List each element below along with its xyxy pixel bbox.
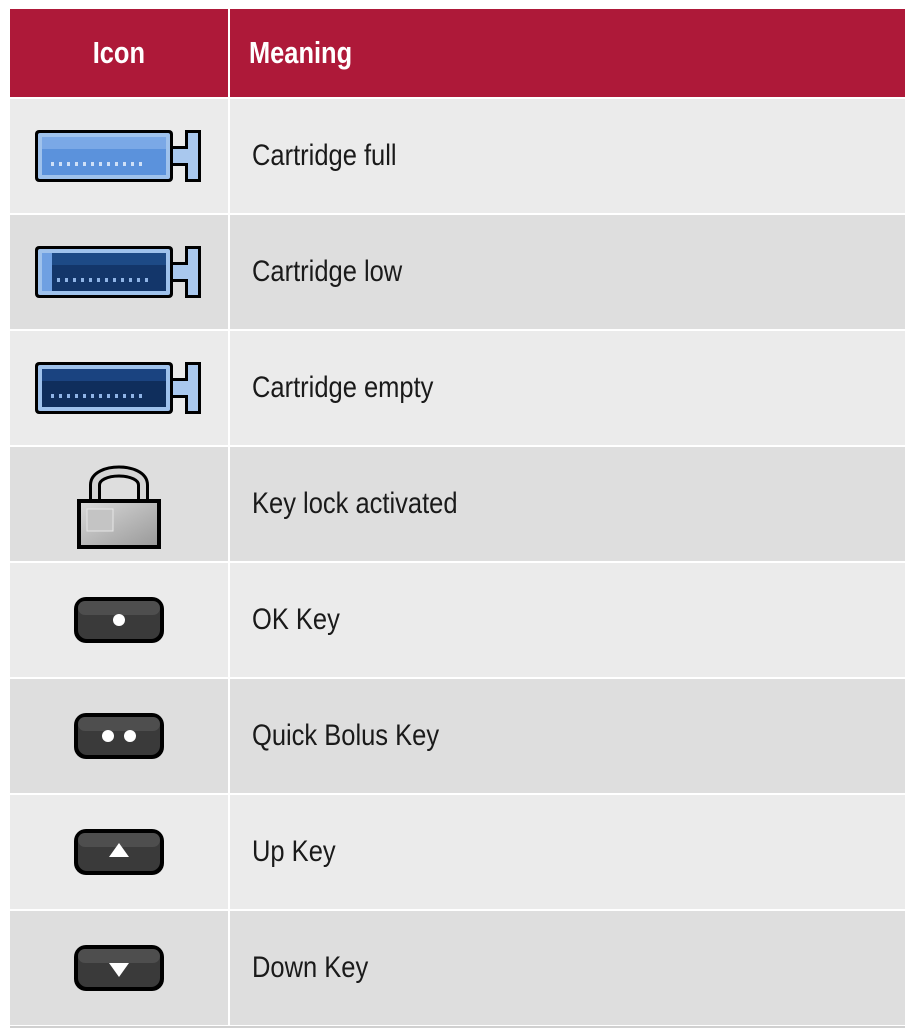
meaning-cell: Quick Bolus Key (230, 679, 905, 793)
header-icon-cell: Icon (10, 9, 230, 97)
down-key-icon (74, 945, 164, 991)
up-key-icon (74, 829, 164, 875)
meaning-text: Key lock activated (252, 487, 458, 520)
icon-cell (10, 563, 230, 677)
icon-cell (10, 795, 230, 909)
meaning-text: OK Key (252, 603, 340, 636)
cartridge-low-icon (35, 246, 201, 298)
meaning-cell: Cartridge empty (230, 331, 905, 445)
table-row: Key lock activated (10, 445, 905, 561)
meaning-text: Down Key (252, 951, 369, 984)
cartridge-empty-icon (35, 362, 201, 414)
meaning-cell: Up Key (230, 795, 905, 909)
table-row: Quick Bolus Key (10, 677, 905, 793)
icon-cell (10, 331, 230, 445)
icon-cell (10, 447, 230, 561)
header-meaning-label: Meaning (249, 35, 353, 70)
table-row: Cartridge full (10, 97, 905, 213)
key-lock-icon (77, 465, 161, 549)
cartridge-full-icon (35, 130, 201, 182)
table-row: OK Key (10, 561, 905, 677)
quick-bolus-key-icon (74, 713, 164, 759)
meaning-text: Up Key (252, 835, 336, 868)
table-row: Cartridge empty (10, 329, 905, 445)
icon-meaning-table: Icon Meaning Cartridge full Cartridge lo… (10, 9, 905, 1025)
header-icon-label: Icon (92, 35, 146, 70)
meaning-text: Cartridge low (252, 255, 403, 288)
table-row: Up Key (10, 793, 905, 909)
table-row: Cartridge low (10, 213, 905, 329)
icon-cell (10, 215, 230, 329)
meaning-cell: Cartridge full (230, 99, 905, 213)
icon-cell (10, 911, 230, 1025)
icon-cell (10, 99, 230, 213)
icon-cell (10, 679, 230, 793)
header-meaning-cell: Meaning (230, 9, 905, 97)
meaning-text: Cartridge full (252, 139, 397, 172)
meaning-text: Cartridge empty (252, 371, 434, 404)
table-row: Down Key (10, 909, 905, 1025)
meaning-cell: OK Key (230, 563, 905, 677)
meaning-text: Quick Bolus Key (252, 719, 440, 752)
table-body: Cartridge full Cartridge low Cartridge e… (10, 97, 905, 1025)
meaning-cell: Cartridge low (230, 215, 905, 329)
meaning-cell: Down Key (230, 911, 905, 1025)
table-header: Icon Meaning (10, 9, 905, 97)
ok-key-icon (74, 597, 164, 643)
meaning-cell: Key lock activated (230, 447, 905, 561)
